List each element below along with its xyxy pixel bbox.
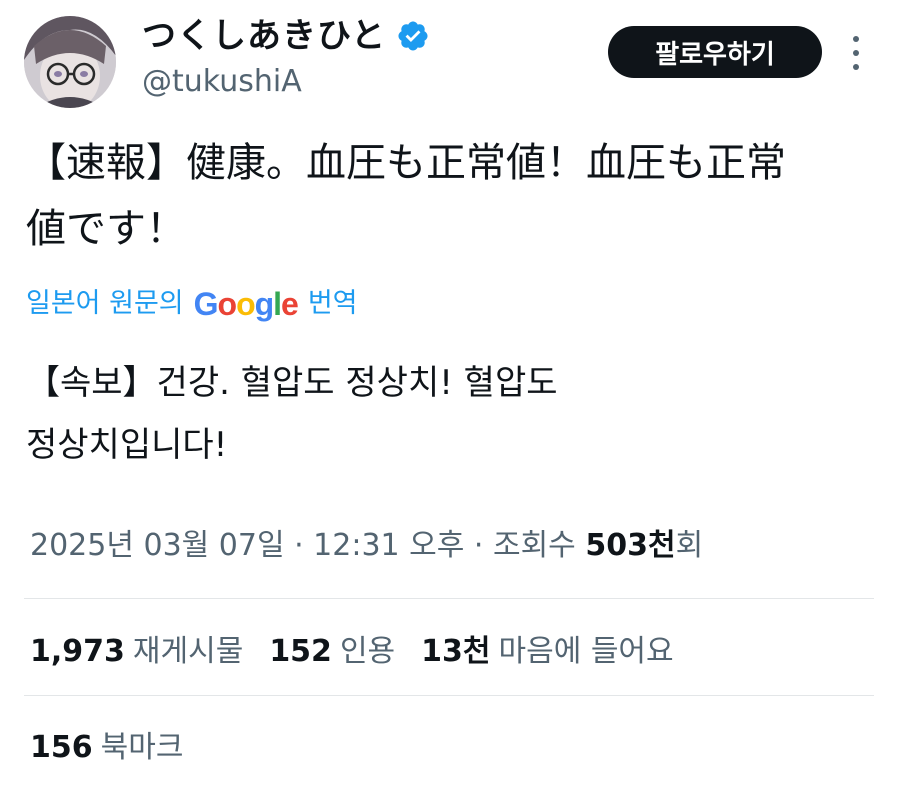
view-count-unit: 회 — [675, 528, 704, 563]
view-count: 503천 — [585, 528, 676, 563]
translate-prefix: 일본어 원문의 — [26, 288, 184, 319]
verified-badge-icon — [396, 19, 430, 53]
google-logo: Google — [193, 286, 299, 322]
tweet-meta: 2025년 03월 07일 · 12:31 오후 · 조회수 503천회 — [30, 524, 703, 568]
translated-text: 【속보】건강. 혈압도 정상치! 혈압도 정상치입니다! — [26, 363, 558, 465]
avatar[interactable] — [24, 16, 116, 108]
reposts-stat[interactable]: 1,973 재게시물 — [30, 630, 243, 674]
translate-link[interactable]: 일본어 원문의 Google 번역 — [26, 282, 358, 326]
follow-button[interactable]: 팔로우하기 — [608, 26, 822, 78]
divider — [24, 598, 874, 599]
more-options-icon[interactable] — [848, 36, 864, 70]
author-name-row[interactable]: つくしあきひと — [142, 14, 430, 58]
likes-stat[interactable]: 13천 마음에 들어요 — [421, 630, 674, 674]
tweet-text: 【速報】健康。血圧も正常値！血圧も正常 値です！ — [26, 140, 786, 252]
bookmarks-stat[interactable]: 156 북마크 — [30, 726, 183, 770]
display-name[interactable]: つくしあきひと — [142, 14, 386, 58]
author-handle[interactable]: @tukushiA — [142, 62, 302, 102]
divider — [24, 695, 874, 696]
avatar-image — [24, 16, 116, 108]
timestamp[interactable]: 2025년 03월 07일 · 12:31 오후 · 조회수 — [30, 528, 576, 563]
quotes-stat[interactable]: 152 인용 — [269, 630, 395, 674]
engagement-stats: 1,973 재게시물 152 인용 13천 마음에 들어요 — [30, 630, 700, 674]
translate-suffix: 번역 — [307, 288, 358, 319]
